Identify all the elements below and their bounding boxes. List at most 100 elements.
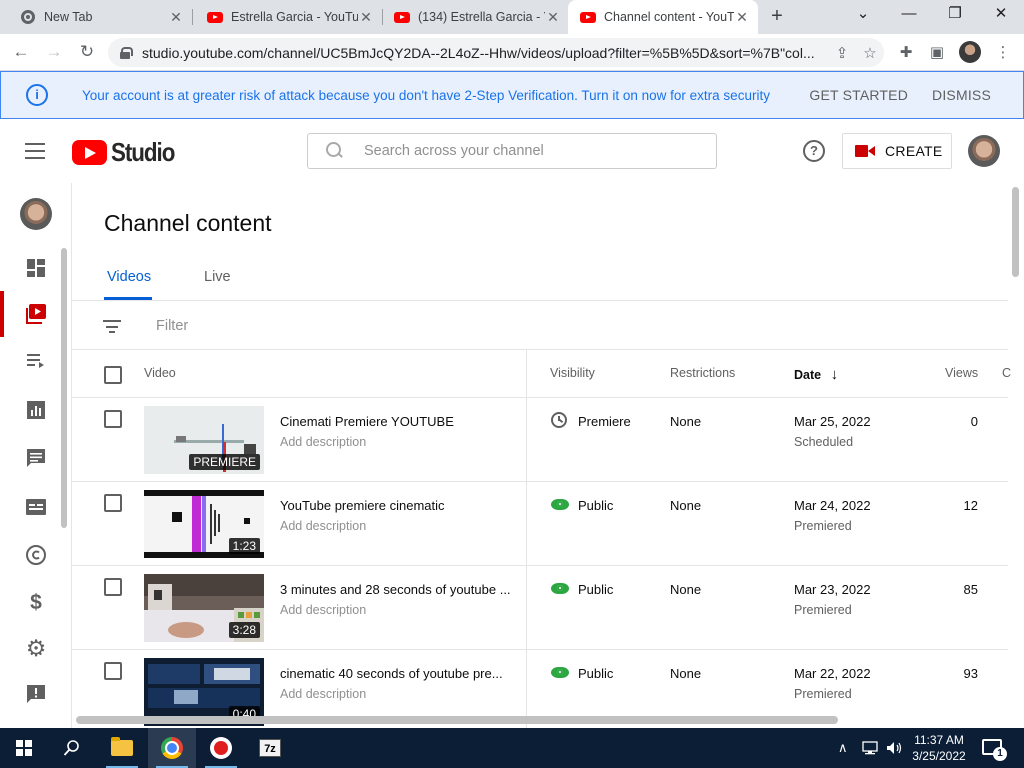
restrictions-value: None <box>670 666 702 681</box>
extensions-puzzle-icon[interactable]: ✚ <box>895 42 917 64</box>
row-checkbox[interactable] <box>104 494 122 512</box>
chrome-taskbar-button[interactable] <box>148 728 196 768</box>
channel-avatar[interactable] <box>20 198 52 230</box>
video-description[interactable]: Add description <box>280 435 366 449</box>
nav-analytics[interactable] <box>0 387 68 433</box>
visibility-value[interactable]: Public <box>578 498 613 513</box>
nav-copyright[interactable] <box>0 532 68 578</box>
browser-tab-channel-content[interactable]: Channel content - YouTube Studio ✕ <box>568 0 758 34</box>
close-tab-icon[interactable]: ✕ <box>734 9 750 26</box>
browser-tab-estrella-youtube[interactable]: Estrella Garcia - YouTube ✕ <box>187 0 382 34</box>
restore-button[interactable]: ❐ <box>932 0 978 30</box>
video-title[interactable]: 3 minutes and 28 seconds of youtube ... <box>280 582 512 597</box>
select-all-checkbox[interactable] <box>104 366 122 384</box>
browser-tab-new-tab[interactable]: New Tab ✕ <box>0 0 192 34</box>
browser-tab-estrella-youtube-134[interactable]: (134) Estrella Garcia - YouTube ✕ <box>374 0 569 34</box>
tab-videos[interactable]: Videos <box>107 269 151 285</box>
share-icon[interactable]: ⇪ <box>828 44 856 62</box>
horizontal-scrollbar[interactable] <box>76 716 838 724</box>
close-tab-icon[interactable]: ✕ <box>358 9 374 26</box>
video-title[interactable]: YouTube premiere cinematic <box>280 498 512 513</box>
create-button[interactable]: CREATE <box>842 133 952 169</box>
address-bar[interactable]: studio.youtube.com/channel/UC5BmJcQY2DA-… <box>108 38 884 67</box>
visibility-value[interactable]: Public <box>578 666 613 681</box>
close-window-button[interactable]: ✕ <box>978 0 1024 30</box>
tab-live[interactable]: Live <box>204 269 231 285</box>
video-description[interactable]: Add description <box>280 603 366 617</box>
close-tab-icon[interactable]: ✕ <box>168 9 184 26</box>
video-title[interactable]: Cinemati Premiere YOUTUBE <box>280 414 512 429</box>
table-row[interactable]: 3:28 3 minutes and 28 seconds of youtube… <box>72 566 1008 650</box>
column-header-date[interactable]: Date ↓ <box>794 366 838 383</box>
search-taskbar-button[interactable] <box>48 728 96 768</box>
subtitles-icon <box>25 496 47 518</box>
video-title[interactable]: cinematic 40 seconds of youtube pre... <box>280 666 512 681</box>
row-checkbox[interactable] <box>104 578 122 596</box>
back-arrow-icon[interactable]: ← <box>9 40 33 64</box>
duration-badge: 1:23 <box>228 538 260 554</box>
channel-search-box[interactable] <box>307 133 717 169</box>
visibility-value[interactable]: Public <box>578 582 613 597</box>
windows-logo-icon <box>16 740 32 756</box>
filter-icon[interactable] <box>103 320 121 333</box>
minimize-button[interactable]: — <box>886 0 932 30</box>
youtube-studio-logo[interactable]: Studio <box>72 137 185 168</box>
nav-playlists[interactable] <box>0 337 68 383</box>
visibility-value[interactable]: Premiere <box>578 414 631 429</box>
video-thumbnail[interactable]: 1:23 <box>144 490 264 558</box>
nav-dashboard[interactable] <box>0 245 68 291</box>
reload-icon[interactable]: ↻ <box>75 40 99 64</box>
chrome-menu-icon[interactable]: ⋮ <box>992 42 1014 64</box>
nav-settings[interactable]: ⚙ <box>0 625 68 671</box>
close-tab-icon[interactable]: ✕ <box>545 9 561 26</box>
show-hidden-icons-chevron-icon[interactable]: ∧ <box>838 728 848 768</box>
vertical-scrollbar[interactable] <box>1012 187 1019 277</box>
nav-earn[interactable]: $ <box>0 580 68 626</box>
network-icon[interactable] <box>862 728 880 768</box>
search-input[interactable] <box>364 143 684 159</box>
help-icon[interactable]: ? <box>803 140 825 162</box>
forward-arrow-icon[interactable]: → <box>42 40 66 64</box>
account-avatar[interactable] <box>968 135 1000 167</box>
recorder-taskbar-button[interactable] <box>197 728 245 768</box>
profile-avatar-icon[interactable] <box>959 41 981 63</box>
tab-search-button[interactable]: ⌄ <box>840 0 886 30</box>
hamburger-menu-icon[interactable] <box>25 143 45 159</box>
url-text[interactable]: studio.youtube.com/channel/UC5BmJcQY2DA-… <box>142 45 828 61</box>
premiere-badge: PREMIERE <box>189 454 260 470</box>
folder-icon <box>111 737 133 756</box>
sort-down-arrow-icon[interactable]: ↓ <box>831 366 839 383</box>
nav-subtitles[interactable] <box>0 484 68 530</box>
notification-count-badge: 1 <box>993 747 1007 761</box>
row-checkbox[interactable] <box>104 410 122 428</box>
analytics-icon <box>25 399 47 421</box>
eye-icon <box>551 580 569 598</box>
nav-content[interactable] <box>0 291 68 337</box>
video-thumbnail[interactable]: 3:28 <box>144 574 264 642</box>
nav-scrollbar[interactable] <box>61 248 67 528</box>
side-panel-icon[interactable]: ▣ <box>926 42 948 64</box>
start-button[interactable] <box>0 728 48 768</box>
bookmark-star-icon[interactable]: ☆ <box>856 44 884 62</box>
lock-icon[interactable] <box>120 46 133 59</box>
new-tab-button[interactable]: + <box>765 5 789 29</box>
row-checkbox[interactable] <box>104 662 122 680</box>
volume-icon[interactable] <box>886 728 904 768</box>
nav-feedback[interactable] <box>0 671 68 717</box>
divider <box>72 300 1008 301</box>
system-clock[interactable]: 11:37 AM 3/25/2022 <box>906 732 972 764</box>
table-row[interactable]: 1:23 YouTube premiere cinematic Add desc… <box>72 482 1008 566</box>
nav-comments[interactable] <box>0 435 68 481</box>
video-description[interactable]: Add description <box>280 687 366 701</box>
video-description[interactable]: Add description <box>280 519 366 533</box>
7zip-taskbar-button[interactable]: 7z <box>246 728 294 768</box>
dismiss-button[interactable]: DISMISS <box>932 87 991 103</box>
table-row[interactable]: PREMIERE Cinemati Premiere YOUTUBE Add d… <box>72 398 1008 482</box>
get-started-button[interactable]: GET STARTED <box>809 87 908 103</box>
filter-input[interactable]: Filter <box>156 318 188 334</box>
youtube-icon <box>207 9 223 25</box>
column-header-visibility: Visibility <box>550 366 595 380</box>
search-icon <box>326 142 344 160</box>
video-thumbnail[interactable]: PREMIERE <box>144 406 264 474</box>
file-explorer-button[interactable] <box>98 728 146 768</box>
